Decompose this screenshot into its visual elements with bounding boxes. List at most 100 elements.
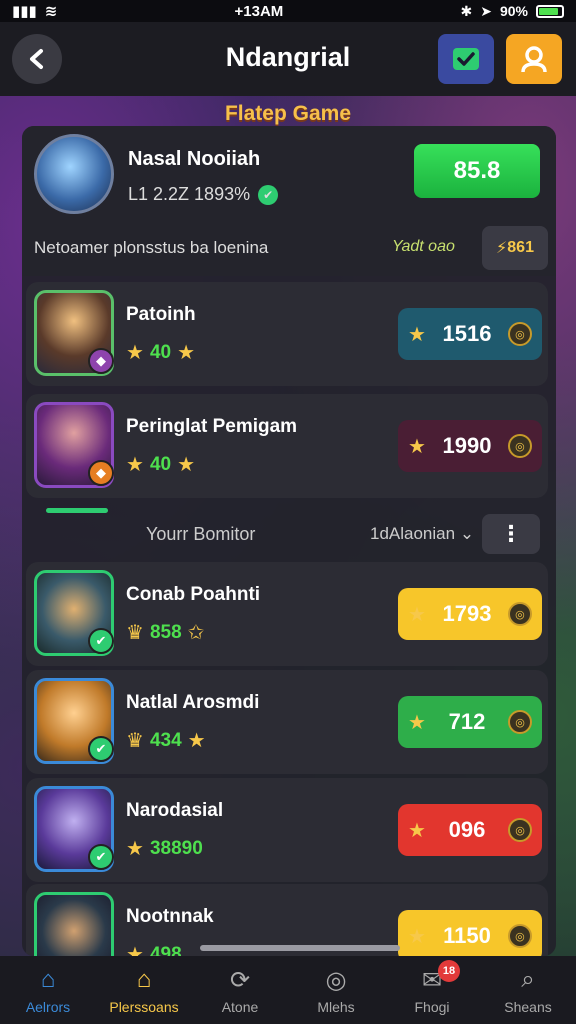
player-stars: ♛ 858 ✩ xyxy=(126,621,205,645)
player-name: Natlal Arosmdi xyxy=(126,692,260,713)
coin-icon: ◎ xyxy=(508,710,532,734)
list-item[interactable]: ✔ Natlal Arosmdi ♛ 434 ★ ★ 712 ◎ xyxy=(26,670,548,774)
player-stars: ♛ 434 ★ xyxy=(126,729,206,753)
star-icon: ★ xyxy=(126,944,144,956)
list-item[interactable]: ◆ Patoinh ★ 40 ★ ★ 1516 ◎ xyxy=(26,282,548,386)
leaderboard-panel: Nasal Nooiiah L1 2.2Z 1893% ✔ 85.8 Netoa… xyxy=(22,126,556,956)
scrollbar[interactable] xyxy=(200,945,400,951)
signal-icon: ▮▮▮ xyxy=(12,3,37,20)
player-name: Nootnnak xyxy=(126,906,214,927)
target-icon: ◎ xyxy=(325,966,347,994)
player-name: Peringlat Pemigam xyxy=(126,416,298,437)
check-badge-icon: ✔ xyxy=(88,736,114,762)
tab-fhogi[interactable]: ✉ 18 Fhogi xyxy=(384,956,480,1024)
profile-subtitle: L1 2.2Z 1893% ✔ xyxy=(128,184,279,205)
reward-value: 1516 xyxy=(442,321,492,346)
coin-icon: ◎ xyxy=(507,434,532,458)
reward-button[interactable]: ★ 1516 ◎ xyxy=(398,308,542,360)
star-icon: ★ xyxy=(126,838,144,860)
coin-icon: ◎ xyxy=(507,924,532,948)
player-stars: ★ 40 ★ xyxy=(126,453,196,477)
tab-sheans[interactable]: ⌕ Sheans xyxy=(480,956,576,1024)
status-left: ▮▮▮ ≋ xyxy=(12,2,57,20)
star-icon: ✩ xyxy=(187,622,205,644)
section-title: Yourr Bomitor xyxy=(146,524,256,544)
verified-icon: ✔ xyxy=(258,184,279,205)
list-item[interactable]: ◆ Peringlat Pemigam ★ 40 ★ ★ 1990 ◎ xyxy=(26,394,548,498)
reward-value: 1990 xyxy=(442,433,492,458)
crown-icon: ♛ xyxy=(126,622,144,644)
rank-badge-icon: ◆ xyxy=(88,348,114,374)
tab-aelrors[interactable]: ⌂ Aelrors xyxy=(0,956,96,1024)
refresh-icon: ⟳ xyxy=(229,966,251,994)
avatar[interactable] xyxy=(34,134,114,214)
profile-button[interactable] xyxy=(506,34,562,84)
bottom-nav: ⌂ Aelrors ⌂ Plerssoans ⟳ Atone ◎ Mlehs ✉… xyxy=(0,956,576,1024)
crown-icon: ♛ xyxy=(126,730,144,752)
player-name: Narodasial xyxy=(126,800,224,821)
player-name: Patoinh xyxy=(126,304,196,325)
profile-name: Nasal Nooiiah xyxy=(128,148,261,170)
tab-atone[interactable]: ⟳ Atone xyxy=(192,956,288,1024)
player-name: Conab Poahnti xyxy=(126,584,261,605)
coin-chip[interactable]: ⚡ 861 xyxy=(482,226,548,270)
section-indicator xyxy=(46,508,108,513)
battery-icon xyxy=(536,4,564,18)
wifi-icon: ≋ xyxy=(44,3,58,20)
check-badge-icon: ✔ xyxy=(88,628,114,654)
profile-card[interactable]: Nasal Nooiiah L1 2.2Z 1893% ✔ 85.8 Netoa… xyxy=(22,126,556,276)
check-badge-icon: ✔ xyxy=(88,844,114,870)
more-options-button[interactable]: ⋮ xyxy=(482,514,540,554)
list-item[interactable]: ✔ Narodasial ★ 38890 ★ 096 ◎ xyxy=(26,778,548,882)
section-header: Yourr Bomitor 1dAlaonian ⌄ ⋮ xyxy=(26,504,548,560)
star-icon: ★ xyxy=(408,925,426,948)
star-icon: ★ xyxy=(126,342,144,364)
status-bar: ▮▮▮ ≋ +13AM ✱ ➤ 90% xyxy=(0,0,576,22)
star-icon: ★ xyxy=(408,603,426,626)
list-item[interactable]: ✔ Conab Poahnti ♛ 858 ✩ ★ 1793 ◎ xyxy=(26,562,548,666)
player-stars: ★ 498 xyxy=(126,942,182,957)
bluetooth-icon: ✱ xyxy=(460,2,473,19)
reward-value: 712 xyxy=(448,709,486,734)
bolt-icon: ⚡ xyxy=(496,240,508,257)
reward-button[interactable]: ★ 1793 ◎ xyxy=(398,588,542,640)
check-shield-icon xyxy=(453,48,479,70)
tab-plerssoans[interactable]: ⌂ Plerssoans xyxy=(96,956,192,1024)
score-button[interactable]: 85.8 xyxy=(414,144,540,198)
tab-mlehs[interactable]: ◎ Mlehs xyxy=(288,956,384,1024)
reward-value: 1150 xyxy=(443,923,491,948)
coin-icon: ◎ xyxy=(507,602,532,626)
rank-badge-icon: ◆ xyxy=(88,460,114,486)
profile-tag: Yadt oao xyxy=(392,238,455,255)
search-icon: ⌕ xyxy=(521,966,535,993)
reward-button[interactable]: ★ 1990 ◎ xyxy=(398,420,542,472)
profile-stats: L1 2.2Z 1893% xyxy=(128,184,251,204)
battery-percent: 90% xyxy=(499,3,528,19)
reward-button[interactable]: ★ 712 ◎ xyxy=(398,696,542,748)
star-icon: ★ xyxy=(408,323,426,346)
coin-icon: ◎ xyxy=(507,322,532,346)
checklist-button[interactable] xyxy=(438,34,494,84)
coin-value: 861 xyxy=(507,239,534,256)
notification-badge: 18 xyxy=(438,960,460,982)
star-icon: ★ xyxy=(177,342,196,364)
location-icon: ➤ xyxy=(480,2,492,19)
reward-button[interactable]: ★ 096 ◎ xyxy=(398,804,542,856)
player-stars: ★ 38890 xyxy=(126,837,203,861)
filter-dropdown[interactable]: 1dAlaonian ⌄ xyxy=(370,524,474,544)
profile-description: Netoamer plonsstus ba loenina xyxy=(34,238,269,257)
game-banner-title: Flatep Game xyxy=(224,102,352,125)
status-time: +13AM xyxy=(234,2,284,20)
player-avatar[interactable] xyxy=(34,892,114,956)
chevron-down-icon: ⌄ xyxy=(459,524,475,543)
star-icon: ★ xyxy=(408,711,426,734)
star-icon: ★ xyxy=(187,730,206,752)
star-icon: ★ xyxy=(408,819,426,842)
reward-button[interactable]: ★ 1150 ◎ xyxy=(398,910,542,956)
user-icon xyxy=(521,46,547,73)
top-nav: Ndangrial xyxy=(0,22,576,96)
player-stars: ★ 40 ★ xyxy=(126,341,196,365)
star-icon: ★ xyxy=(177,454,196,476)
home-icon: ⌂ xyxy=(136,966,152,993)
star-icon: ★ xyxy=(408,435,426,458)
